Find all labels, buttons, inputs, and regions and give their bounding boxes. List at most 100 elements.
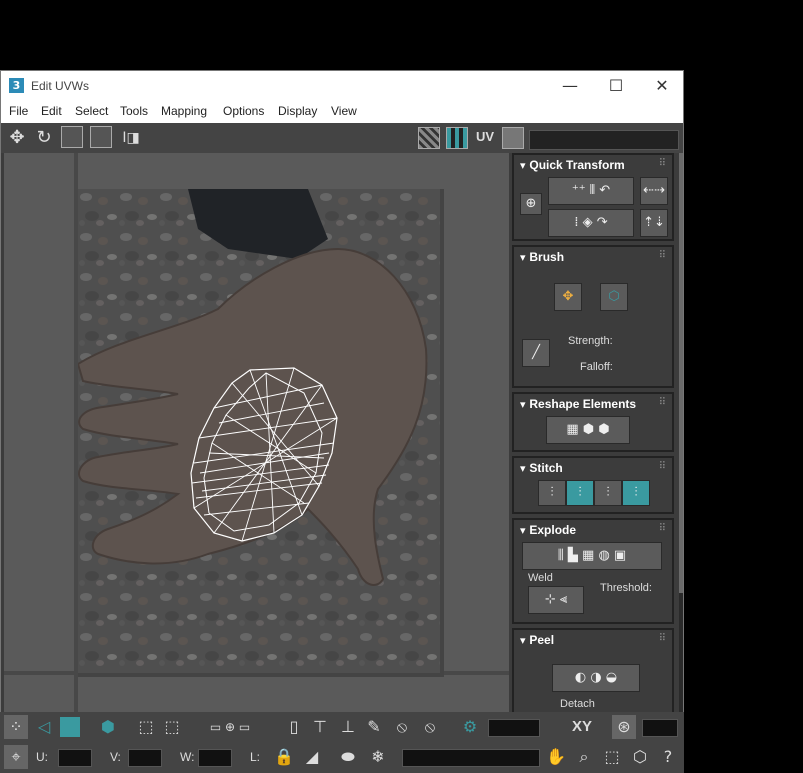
menu-options[interactable]: Options	[223, 104, 264, 118]
v-label: V:	[110, 750, 121, 764]
world-axis-icon[interactable]: ⊛	[612, 715, 636, 739]
title-bar[interactable]: 3 Edit UVWs — ☐ ✕	[1, 71, 683, 101]
w-label: W:	[180, 750, 195, 764]
bottom-toolbar-selection: ⁘ ◁ ⬢ ⬚ ⬚ ▭ ⊕ ▭ ▯ ⊤ ⊥ ✎ ⦸ ⦸ ⚙ XY ⊛	[0, 712, 684, 742]
rotation-angle-field[interactable]	[488, 719, 540, 737]
rotation-icon[interactable]: ⚙	[458, 715, 482, 739]
app-logo-icon: 3	[9, 78, 24, 93]
uv-viewport[interactable]	[4, 153, 509, 753]
edge-select-icon[interactable]: ◁	[32, 715, 56, 739]
w-field[interactable]	[198, 749, 232, 767]
stitch-rollout: Stitch ⠿ ⫶ ⫶ ⫶ ⫶	[512, 456, 674, 514]
bottom-toolbar-coordinates: ⌖ U: V: W: L: 🔒 ◢ ⬬ ❄ ✋ ⌕ ⬚ ⬡ ?	[0, 742, 684, 773]
paint-brush-icon[interactable]: ✥	[554, 283, 582, 311]
explode-rollout: Explode ⠿ ⫼ ▙ ▦ ◍ ▣ Weld Threshold: ⊹ ⫷	[512, 518, 674, 624]
texture-dropdown[interactable]	[529, 130, 679, 150]
paint-select-icon[interactable]: ✎	[362, 715, 386, 739]
freeform-icon[interactable]	[90, 126, 112, 148]
space-horizontal-icon[interactable]: ⇠⇢	[640, 177, 668, 205]
relax-brush-icon[interactable]: ⬡	[600, 283, 628, 311]
eye-icon[interactable]: ⬬	[336, 745, 360, 769]
checker-pattern-icon[interactable]	[446, 127, 468, 149]
grow-shrink-icon[interactable]: ▭ ⊕ ▭	[190, 715, 270, 739]
scale-icon[interactable]	[61, 126, 83, 148]
menu-edit[interactable]: Edit	[41, 104, 62, 118]
pan-hand-icon[interactable]: ✋	[544, 745, 568, 769]
space-vertical-icon[interactable]: ⇡⇣	[640, 209, 668, 237]
rollout-title-brush[interactable]: Brush	[520, 250, 564, 264]
align-horizontal-icon[interactable]: ⁺⁺ ⫴ ↶	[548, 177, 634, 205]
threshold-label: Threshold:	[600, 582, 652, 594]
grip-icon: ⠿	[658, 461, 666, 472]
close-button[interactable]: ✕	[639, 71, 683, 101]
menu-bar: File Edit Select Tools Mapping Options D…	[1, 101, 683, 123]
menu-file[interactable]: File	[9, 104, 28, 118]
zoom-extents-icon[interactable]: ⬡	[628, 745, 652, 769]
move-icon[interactable]: ✥	[5, 126, 29, 150]
grip-icon: ⠿	[658, 158, 666, 169]
settings-icon[interactable]	[502, 127, 524, 149]
rollout-title-stitch[interactable]: Stitch	[520, 461, 562, 475]
ignore-backface-icon[interactable]: ⦸	[390, 715, 414, 739]
strength-label: Strength:	[568, 335, 613, 347]
menu-tools[interactable]: Tools	[120, 104, 148, 118]
select-by-smoothing-icon[interactable]: ⦸	[418, 715, 442, 739]
show-hide-icon[interactable]: ◢	[300, 745, 324, 769]
panel-scrollbar[interactable]	[679, 153, 683, 763]
command-panel: Quick Transform ⠿ ⊕ ⁺⁺ ⫴ ↶ ⇠⇢ ⁞ ◈ ↷ ⇡⇣ B…	[512, 153, 678, 763]
peel-tools-icon[interactable]: ◐ ◑ ◒	[552, 664, 640, 692]
maximize-button[interactable]: ☐	[593, 71, 639, 101]
stitch-average-icon[interactable]: ⫶	[594, 480, 622, 506]
edit-uvws-window: 3 Edit UVWs — ☐ ✕ File Edit Select Tools…	[0, 70, 684, 773]
minimize-button[interactable]: —	[547, 71, 593, 101]
menu-mapping[interactable]: Mapping	[161, 104, 207, 118]
lock-icon[interactable]: 🔒	[272, 745, 296, 769]
u-field[interactable]	[58, 749, 92, 767]
menu-display[interactable]: Display	[278, 104, 317, 118]
mirror-icon[interactable]: I◨	[119, 126, 143, 150]
menu-select[interactable]: Select	[75, 104, 108, 118]
grip-icon: ⠿	[658, 250, 666, 261]
face-select-icon[interactable]	[60, 717, 80, 737]
align-vertical-icon[interactable]: ⁞ ◈ ↷	[548, 209, 634, 237]
scrollbar-thumb[interactable]	[679, 153, 683, 593]
brush-stroke-icon[interactable]: ╱	[522, 339, 550, 367]
selection-set-field[interactable]	[402, 749, 540, 767]
freeze-icon[interactable]: ❄	[366, 745, 390, 769]
uv-wireframe-mesh[interactable]	[4, 153, 509, 753]
grip-icon: ⠿	[658, 397, 666, 408]
reshape-tools-icon[interactable]: ▦ ⬢ ⬢	[546, 416, 630, 444]
stitch-to-source-icon[interactable]: ⫶	[622, 480, 650, 506]
rollout-title-reshape-elements[interactable]: Reshape Elements	[520, 397, 636, 411]
checker-icon[interactable]	[418, 127, 440, 149]
l-label: L:	[250, 750, 261, 764]
rollout-title-peel[interactable]: Peel	[520, 633, 554, 647]
explode-tools-icon[interactable]: ⫼ ▙ ▦ ◍ ▣	[522, 542, 662, 570]
menu-view[interactable]: View	[331, 104, 357, 118]
xy-label: XY	[572, 718, 593, 735]
soft-select-icon[interactable]: ⊥	[336, 715, 360, 739]
select-region-icon[interactable]: ⬚	[160, 715, 184, 739]
world-value-field[interactable]	[642, 719, 678, 737]
element-select-icon[interactable]: ⬢	[96, 715, 120, 739]
rollout-title-explode[interactable]: Explode	[520, 523, 576, 537]
ring-icon[interactable]: ▯	[282, 715, 306, 739]
loop-icon[interactable]: ⊤	[308, 715, 332, 739]
help-icon[interactable]: ?	[656, 745, 680, 769]
select-by-icon[interactable]: ⬚	[134, 715, 158, 739]
detach-label: Detach	[560, 698, 595, 710]
weld-tools-icon[interactable]: ⊹ ⫷	[528, 586, 584, 614]
window-title: Edit UVWs	[31, 79, 90, 93]
zoom-icon[interactable]: ⌕	[572, 745, 596, 769]
rotate-icon[interactable]: ↻	[32, 126, 56, 150]
stitch-to-target-icon[interactable]: ⫶	[566, 480, 594, 506]
quick-transform-rollout: Quick Transform ⠿ ⊕ ⁺⁺ ⫴ ↶ ⇠⇢ ⁞ ◈ ↷ ⇡⇣	[512, 153, 674, 241]
vertex-select-icon[interactable]: ⁘	[4, 715, 28, 739]
uv-label: UV	[476, 129, 495, 144]
zoom-region-icon[interactable]: ⬚	[600, 745, 624, 769]
v-field[interactable]	[128, 749, 162, 767]
absolute-offset-icon[interactable]: ⌖	[4, 745, 28, 769]
stitch-custom-icon[interactable]: ⫶	[538, 480, 566, 506]
rollout-title-quick-transform[interactable]: Quick Transform	[520, 158, 624, 172]
pivot-icon[interactable]: ⊕	[520, 193, 542, 215]
